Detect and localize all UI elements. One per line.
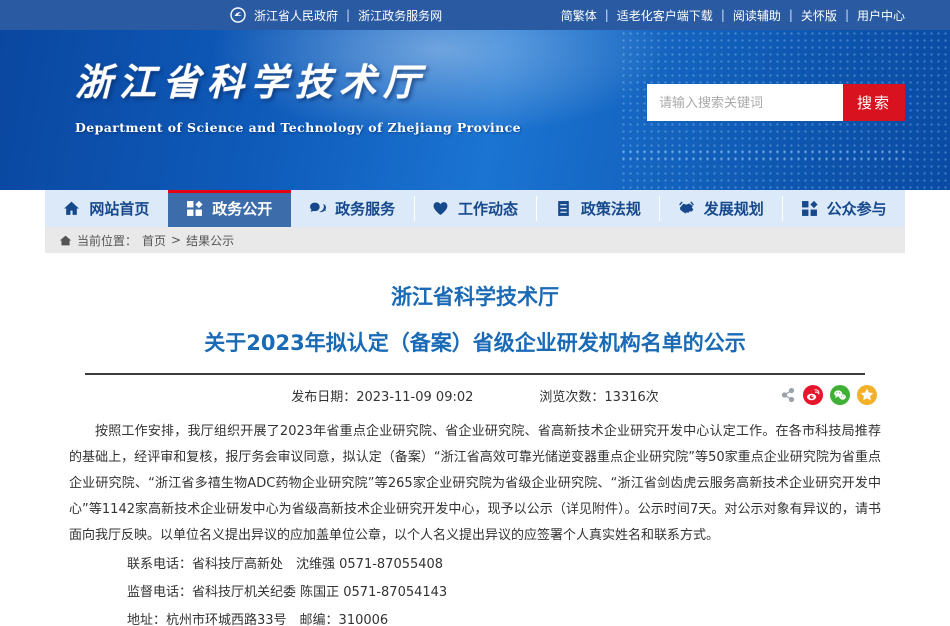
search-button[interactable]: 搜索 (843, 84, 905, 121)
nav-label: 政务公开 (212, 198, 272, 219)
search-input[interactable] (647, 84, 843, 121)
qzone-icon[interactable] (857, 385, 877, 405)
nav-label: 政策法规 (581, 198, 641, 219)
nav-item-home[interactable]: 网站首页 (45, 190, 168, 227)
topbar-link-gov[interactable]: 浙江省人民政府 (254, 7, 338, 24)
nav-label: 网站首页 (89, 198, 149, 219)
breadcrumb-home-icon (59, 234, 72, 247)
chat-icon (309, 200, 326, 217)
participate-icon (801, 200, 818, 217)
breadcrumb-current: 结果公示 (186, 232, 234, 249)
nav-item-policies-regulations[interactable]: 政策法规 (536, 190, 659, 227)
topbar-right-links: 简繁体 | 适老化客户端下载 | 阅读辅助 | 关怀版 | 用户中心 (561, 7, 905, 24)
topbar-link-service-net[interactable]: 浙江政务服务网 (358, 7, 442, 24)
breadcrumb: 当前位置： 首页 > 结果公示 (45, 227, 905, 253)
wechat-icon[interactable] (830, 385, 850, 405)
supervision-phone-line: 监督电话：省科技厅机关纪委 陈国正 0571-87054143 (69, 581, 881, 605)
view-count-label: 浏览次数： (539, 390, 604, 405)
topbar-link-read-assist[interactable]: 阅读辅助 (733, 7, 781, 24)
separator: | (845, 8, 849, 22)
share-icon[interactable] (780, 387, 796, 403)
separator: | (721, 8, 725, 22)
main-navigation: 网站首页 政务公开 政务服务 工作动态 政策法规 (45, 190, 905, 227)
publish-date-value: 2023-11-09 09:02 (356, 390, 473, 405)
site-subtitle: Department of Science and Technology of … (75, 120, 521, 135)
breadcrumb-label: 当前位置： (77, 232, 137, 249)
topbar-link-user-center[interactable]: 用户中心 (857, 7, 905, 24)
nav-item-public-participation[interactable]: 公众参与 (782, 190, 905, 227)
handshake-icon (678, 200, 695, 217)
article-title-line1: 浙江省科学技术厅 (69, 281, 881, 311)
publish-date: 发布日期：2023-11-09 09:02 (291, 386, 473, 405)
topbar-link-simplified[interactable]: 简繁体 (561, 7, 597, 24)
separator: | (605, 8, 609, 22)
seal-icon (186, 200, 203, 217)
government-emblem-icon (230, 7, 246, 23)
nav-item-work-news[interactable]: 工作动态 (414, 190, 537, 227)
address-line: 地址：杭州市环城西路33号 邮编：310006 (69, 609, 881, 626)
article-meta: 发布日期：2023-11-09 09:02 浏览次数：13316次 (69, 375, 881, 415)
nav-label: 发展规划 (704, 198, 764, 219)
breadcrumb-separator: > (171, 233, 181, 247)
weibo-icon[interactable] (803, 385, 823, 405)
article: 浙江省科学技术厅 关于2023年拟认定（备案）省级企业研发机构名单的公示 发布日… (45, 253, 905, 626)
nav-label: 工作动态 (458, 198, 518, 219)
article-title-line2: 关于2023年拟认定（备案）省级企业研发机构名单的公示 (69, 327, 881, 357)
document-icon (555, 200, 572, 217)
top-utility-bar: 浙江省人民政府 | 浙江政务服务网 简繁体 | 适老化客户端下载 | 阅读辅助 … (0, 0, 950, 30)
nav-item-development-planning[interactable]: 发展规划 (659, 190, 782, 227)
site-banner: 浙江省科学技术厅 Department of Science and Techn… (0, 30, 950, 190)
topbar-link-care-version[interactable]: 关怀版 (801, 7, 837, 24)
nav-label: 公众参与 (827, 198, 887, 219)
topbar-left-links: 浙江省人民政府 | 浙江政务服务网 (230, 7, 442, 24)
heart-icon (432, 200, 449, 217)
separator: | (346, 8, 350, 22)
topbar-link-elderly-client[interactable]: 适老化客户端下载 (617, 7, 713, 24)
banner-dotted-line-decoration (620, 148, 910, 162)
breadcrumb-link-home[interactable]: 首页 (142, 232, 166, 249)
share-toolbar (780, 385, 877, 405)
nav-item-gov-services[interactable]: 政务服务 (291, 190, 414, 227)
article-body-paragraph: 按照工作安排，我厅组织开展了2023年省重点企业研究院、省企业研究院、省高新技术… (69, 419, 881, 549)
home-icon (63, 200, 80, 217)
site-logo: 浙江省科学技术厅 Department of Science and Techn… (75, 52, 521, 135)
nav-item-gov-affairs-disclosure[interactable]: 政务公开 (168, 190, 291, 227)
site-search: 搜索 (647, 84, 905, 121)
site-title: 浙江省科学技术厅 (75, 52, 521, 106)
separator: | (789, 8, 793, 22)
view-count-value: 13316次 (604, 390, 658, 405)
view-count: 浏览次数：13316次 (539, 386, 658, 405)
contact-phone-line: 联系电话：省科技厅高新处 沈维强 0571-87055408 (69, 553, 881, 577)
nav-label: 政务服务 (335, 198, 395, 219)
publish-date-label: 发布日期： (291, 390, 356, 405)
